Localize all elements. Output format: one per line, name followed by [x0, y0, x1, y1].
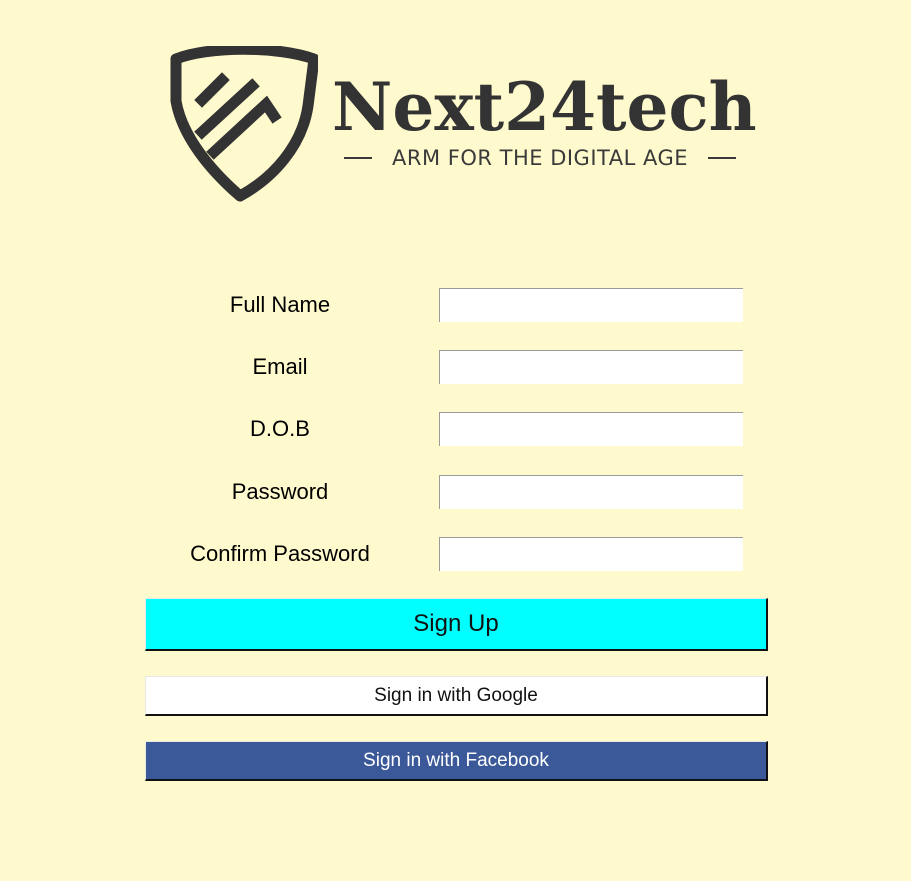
full-name-label: Full Name	[229, 292, 331, 317]
confirm-password-input[interactable]	[439, 537, 743, 571]
email-row: Email	[0, 350, 911, 384]
google-signin-button[interactable]: Sign in with Google	[145, 676, 768, 716]
dob-input[interactable]	[439, 412, 743, 446]
dob-label: D.O.B	[250, 416, 310, 441]
tagline-left-rule	[344, 157, 372, 159]
confirm-password-label: Confirm Password	[190, 541, 370, 566]
tagline-text: ARM FOR THE DIGITAL AGE	[392, 146, 688, 170]
password-label: Password	[231, 479, 329, 504]
confirm-password-row: Confirm Password	[0, 537, 911, 571]
brand-logo: Next24tech ARM FOR THE DIGITAL AGE	[168, 46, 758, 206]
full-name-row: Full Name	[0, 288, 911, 322]
email-input[interactable]	[439, 350, 743, 384]
full-name-input[interactable]	[439, 288, 743, 322]
signup-button[interactable]: Sign Up	[145, 598, 768, 651]
brand-name: Next24tech	[332, 68, 757, 146]
email-label: Email	[252, 354, 308, 379]
tagline-right-rule	[708, 157, 736, 159]
brand-tagline: ARM FOR THE DIGITAL AGE	[344, 146, 736, 170]
password-input[interactable]	[439, 475, 743, 509]
dob-row: D.O.B	[0, 412, 911, 446]
shield-stripes-icon	[170, 46, 318, 202]
facebook-signin-button[interactable]: Sign in with Facebook	[145, 741, 768, 781]
password-row: Password	[0, 475, 911, 509]
